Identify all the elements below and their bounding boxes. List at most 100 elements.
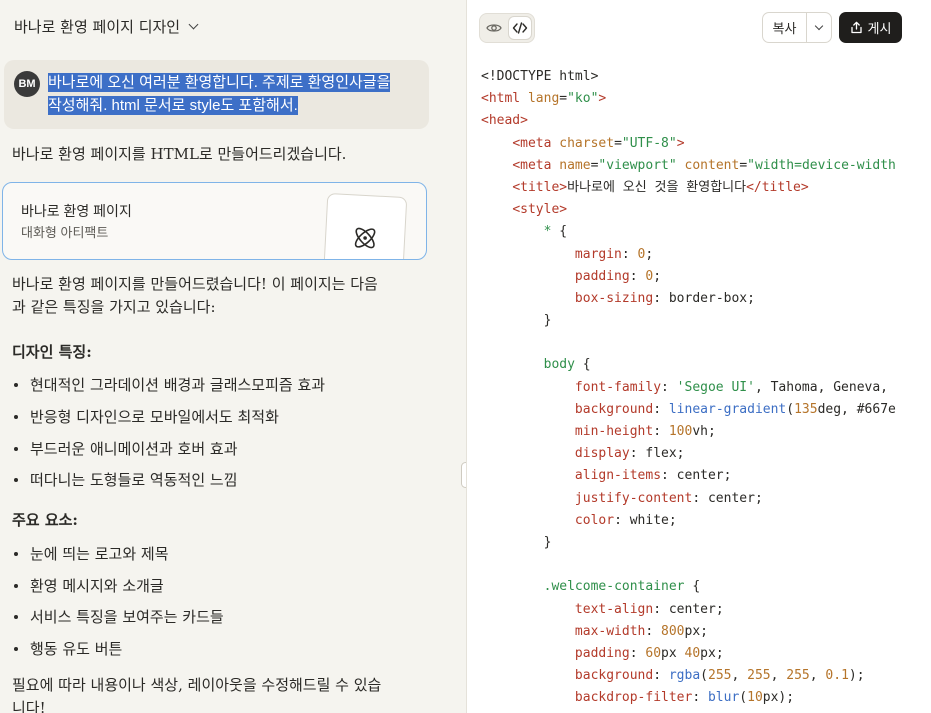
copy-options-button[interactable]: [807, 13, 831, 42]
code-token: padding: [574, 645, 630, 661]
code-token: min-height: [574, 424, 654, 439]
list-item-text: 환영 메시지와 소개글: [30, 577, 164, 595]
code-token: ,: [809, 668, 826, 684]
list-item: 환영 메시지와 소개글: [14, 575, 164, 596]
code-line: <meta charset="UTF-8">: [481, 133, 896, 155]
code-token: : center;: [653, 601, 724, 617]
code-token: , Tahoma, Geneva,: [754, 379, 889, 395]
code-token: : white;: [614, 512, 677, 528]
code-token: px;: [700, 645, 724, 661]
code-token: <!DOCTYPE html>: [481, 69, 599, 84]
list-item: 행동 유도 버튼: [14, 638, 122, 659]
conversation-title[interactable]: 바나로 환영 페이지 디자인: [14, 16, 199, 37]
user-message: BM 바나로에 오신 여러분 환영합니다. 주제로 환영인사글을 작성해줘. h…: [4, 60, 429, 129]
code-token: .welcome-container: [543, 579, 685, 595]
code-view[interactable]: <!DOCTYPE html> <html lang="ko"> <head> <m…: [481, 66, 896, 709]
code-token: color: [574, 512, 615, 528]
code-token: 800: [661, 623, 685, 639]
code-token: =: [559, 91, 568, 107]
design-heading: 디자인 특징:: [12, 343, 92, 361]
list-item: 부드러운 애니메이션과 호버 효과: [14, 438, 238, 459]
code-token: : center;: [692, 490, 763, 506]
code-token: "width=device-width: [747, 157, 896, 173]
code-line: body {: [481, 354, 896, 376]
code-token: charset: [551, 135, 615, 151]
code-line: <style>: [481, 199, 896, 221]
list-item-text: 부드러운 애니메이션과 호버 효과: [30, 440, 238, 458]
code-token: px);: [762, 690, 795, 706]
copy-group: 복사: [762, 12, 832, 43]
code-token: 10: [747, 690, 763, 706]
code-token: 135: [794, 401, 818, 417]
code-token: rgba: [668, 668, 701, 684]
code-line: padding: 0;: [481, 266, 896, 288]
chat-panel: 바나로 환영 페이지 디자인 BM 바나로에 오신 여러분 환영합니다. 주제로…: [0, 0, 466, 713]
code-token: align-items: [574, 468, 662, 484]
code-token: <head>: [481, 113, 528, 129]
summary-text: 바나로 환영 페이지를 만들어드렸습니다! 이 페이지는 다음 과 같은 특징을…: [12, 273, 378, 319]
code-token: =: [614, 135, 622, 151]
code-line: box-sizing: border-box;: [481, 288, 896, 310]
code-token: <meta: [512, 135, 552, 151]
bullet-dot: [14, 646, 18, 651]
code-line: <meta name="viewport" content="width=dev…: [481, 155, 896, 177]
publish-button[interactable]: 게시: [839, 12, 902, 43]
code-line: margin: 0;: [481, 244, 896, 266]
code-token: <html: [481, 91, 521, 107]
code-token: "viewport": [598, 157, 677, 173]
closing-line: 필요에 따라 내용이나 색상, 레이아웃을 수정해드릴 수 있습: [12, 676, 382, 694]
artifact-preview: [322, 192, 408, 259]
artifact-card[interactable]: 바나로 환영 페이지 대화형 아티팩트: [2, 182, 427, 260]
code-token: background: [574, 668, 654, 684]
copy-button[interactable]: 복사: [763, 13, 807, 42]
avatar: BM: [14, 71, 40, 97]
code-toggle[interactable]: [508, 16, 532, 40]
code-line: color: white;: [481, 510, 896, 532]
code-token: margin: [574, 246, 622, 262]
bullet-dot: [14, 551, 18, 556]
user-message-line: 작성해줘. html 문서로 style도 포함해서.: [48, 96, 298, 115]
code-token: }: [481, 313, 552, 329]
code-token: font-family: [574, 379, 662, 395]
code-token: name: [551, 157, 591, 173]
list-item: 반응형 디자인으로 모바일에서도 최적화: [14, 406, 279, 427]
list-item-text: 행동 유도 버튼: [30, 640, 123, 658]
code-token: : border-box;: [653, 290, 755, 306]
code-token: 바나로에 오신 것을 환영합니다: [567, 179, 747, 195]
closing-text: 필요에 따라 내용이나 색상, 레이아웃을 수정해드릴 수 있습 니다!: [12, 674, 381, 713]
code-token: <title>: [512, 179, 568, 195]
code-line: max-width: 800px;: [481, 621, 896, 643]
code-icon: [512, 22, 528, 34]
list-item: 떠다니는 도형들로 역동적인 느낌: [14, 469, 238, 490]
code-token: >: [676, 135, 685, 151]
code-token: justify-content: [574, 490, 693, 506]
code-token: {: [684, 579, 701, 595]
code-line: <!DOCTYPE html>: [481, 66, 896, 88]
code-token: :: [653, 424, 669, 439]
user-message-line: 바나로에 오신 여러분 환영합니다. 주제로 환영인사글을: [48, 73, 391, 92]
code-token: 60: [645, 645, 662, 661]
code-line: background: rgba(255, 255, 255, 0.1);: [481, 665, 896, 687]
code-token: :: [661, 379, 677, 395]
list-item-text: 반응형 디자인으로 모바일에서도 최적화: [30, 408, 279, 426]
preview-toggle[interactable]: [482, 16, 506, 40]
chevron-down-icon: [814, 21, 824, 31]
code-token: deg, #667e: [817, 401, 896, 417]
code-token: (: [700, 668, 708, 684]
bullet-dot: [14, 414, 18, 419]
code-token: :: [692, 690, 708, 706]
publish-label: 게시: [867, 21, 892, 36]
